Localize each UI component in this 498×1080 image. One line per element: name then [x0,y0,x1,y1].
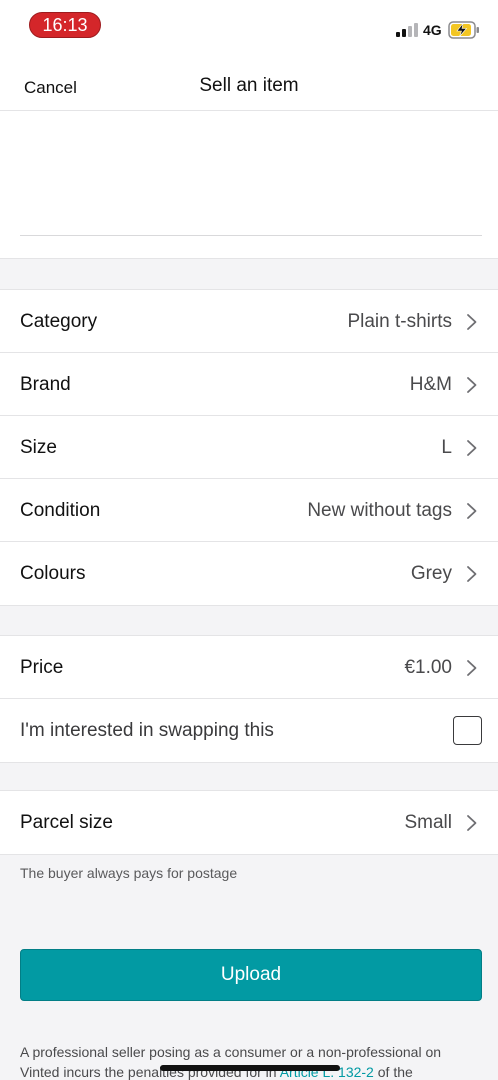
colours-row[interactable]: Colours Grey [0,542,498,605]
swap-row[interactable]: I'm interested in swapping this [0,699,498,762]
brand-row[interactable]: Brand H&M [0,353,498,416]
legal-text-2: of the [373,1064,413,1080]
postage-note: The buyer always pays for postage [20,865,238,881]
size-label: Size [20,437,57,458]
legal-notice: A professional seller posing as a consum… [20,1042,482,1080]
upload-button[interactable]: Upload [20,949,482,1001]
description-field[interactable] [0,111,498,259]
status-time[interactable]: 16:13 [29,12,101,38]
price-label: Price [20,657,64,678]
price-value: €1.00 [404,657,452,678]
condition-value: New without tags [307,500,452,521]
chevron-right-icon [467,440,477,456]
network-type: 4G [423,22,442,38]
category-row[interactable]: Category Plain t-shirts [0,290,498,353]
signal-bars-icon [396,23,418,37]
price-row[interactable]: Price €1.00 [0,636,498,699]
charging-battery-icon [448,21,479,39]
description-underline [20,235,482,236]
swap-label: I'm interested in swapping this [20,720,274,741]
chevron-right-icon [467,377,477,393]
size-value: L [441,437,452,458]
colours-label: Colours [20,563,86,584]
parcel-size-label: Parcel size [20,812,113,833]
nav-bar: Cancel Sell an item [0,52,498,111]
chevron-right-icon [467,660,477,676]
category-label: Category [20,311,98,332]
status-bar: 16:13 4G [0,0,498,52]
chevron-right-icon [467,314,477,330]
brand-label: Brand [20,374,71,395]
category-value: Plain t-shirts [347,311,452,332]
chevron-right-icon [467,566,477,582]
condition-row[interactable]: Condition New without tags [0,479,498,542]
chevron-right-icon [467,503,477,519]
size-row[interactable]: Size L [0,416,498,479]
swap-checkbox[interactable] [453,716,482,745]
brand-value: H&M [409,374,452,395]
parcel-size-value: Small [404,812,452,833]
sell-item-screen: 16:13 4G Cancel Sell an item Category Pl… [0,0,498,1080]
condition-label: Condition [20,500,101,521]
colours-value: Grey [410,563,452,584]
page-title: Sell an item [199,75,299,96]
chevron-right-icon [467,815,477,831]
parcel-size-row[interactable]: Parcel size Small [0,791,498,854]
home-indicator[interactable] [160,1065,340,1071]
item-details-card: Category Plain t-shirts Brand H&M Size L… [0,289,498,606]
shipping-card: Parcel size Small [0,790,498,855]
pricing-card: Price €1.00 I'm interested in swapping t… [0,635,498,763]
